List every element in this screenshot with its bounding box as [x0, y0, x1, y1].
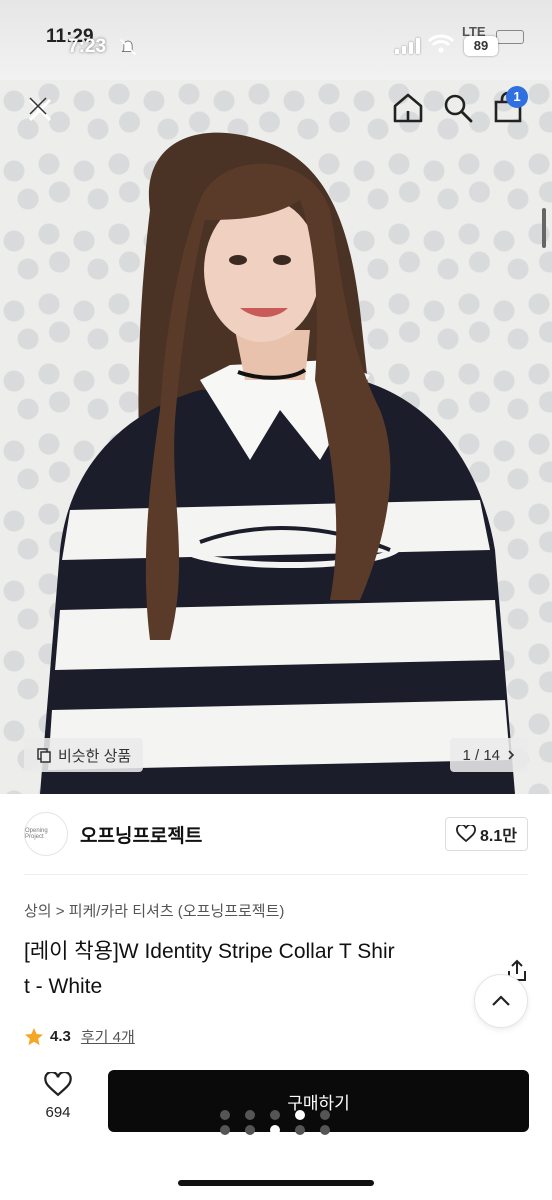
search-icon[interactable] — [440, 90, 476, 126]
rating-row: 4.3 후기 4개 — [24, 1026, 135, 1047]
brand-row[interactable]: Opening Project 오프닝프로젝트 8.1만 — [24, 810, 528, 858]
top-navigation: 1 — [0, 80, 552, 140]
loading-dot — [245, 1110, 255, 1120]
battery-indicator: 89 — [464, 36, 498, 56]
brand-name[interactable]: 오프닝프로젝트 — [80, 821, 202, 848]
product-title-line2: t - White — [24, 975, 103, 998]
chevron-right-icon — [508, 750, 515, 760]
brand-logo[interactable]: Opening Project — [24, 812, 68, 856]
battery-outline — [496, 30, 524, 44]
bell-off-icon — [119, 38, 137, 56]
scrollbar-thumb[interactable] — [542, 208, 546, 248]
rating-score: 4.3 — [50, 1028, 71, 1045]
close-icon[interactable] — [22, 92, 58, 128]
loading-dot — [220, 1125, 230, 1135]
star-icon — [25, 1027, 43, 1045]
loading-dot — [245, 1125, 255, 1135]
similar-icon — [37, 748, 51, 763]
signal-icon — [395, 38, 420, 54]
category-breadcrumb[interactable]: 상의 > 피케/카라 티셔츠 (오프닝프로젝트) — [24, 900, 284, 921]
loading-dot — [320, 1125, 330, 1135]
brand-like-count: 8.1만 — [480, 828, 517, 845]
status-bar: 11:29 7:23 LTE 89 — [0, 0, 552, 80]
loading-dot — [270, 1110, 280, 1120]
wishlist-button[interactable]: 694 — [32, 1072, 84, 1136]
loading-dot — [295, 1125, 305, 1135]
heart-icon — [44, 1072, 72, 1097]
loading-dot — [320, 1110, 330, 1120]
product-title: [레이 착용]W Identity Stripe Collar T Shir t… — [24, 934, 494, 1004]
product-title-line1: [레이 착용]W Identity Stripe Collar T Shir — [24, 940, 395, 963]
similar-products-button[interactable]: 비슷한 상품 — [24, 738, 144, 772]
divider — [24, 874, 528, 875]
loading-dot — [270, 1125, 280, 1135]
heart-icon — [456, 825, 476, 843]
status-time: 7:23 — [68, 36, 107, 57]
model-photo — [40, 132, 515, 794]
similar-products-label: 비슷한 상품 — [58, 747, 132, 765]
wishlist-count: 694 — [45, 1104, 71, 1121]
page-indicator-text: 1 / 14 — [462, 746, 500, 764]
brand-like-button[interactable]: 8.1만 — [445, 817, 528, 851]
home-indicator — [178, 1180, 374, 1186]
cart-count-badge: 1 — [506, 86, 528, 108]
loading-dot — [295, 1110, 305, 1120]
purchase-bar: 694 구매하기 — [0, 1064, 552, 1144]
image-page-indicator[interactable]: 1 / 14 — [450, 738, 528, 772]
loading-dot — [220, 1110, 230, 1120]
product-image[interactable] — [0, 80, 552, 794]
scroll-to-top-button[interactable] — [474, 974, 528, 1028]
chevron-up-icon — [492, 995, 510, 1006]
loading-dots — [220, 1110, 330, 1135]
product-info-panel: Opening Project 오프닝프로젝트 8.1만 상의 > 피케/카라 … — [0, 794, 552, 1200]
home-icon[interactable] — [390, 90, 426, 126]
review-count-link[interactable]: 후기 4개 — [81, 1026, 135, 1047]
wifi-icon — [428, 34, 454, 53]
